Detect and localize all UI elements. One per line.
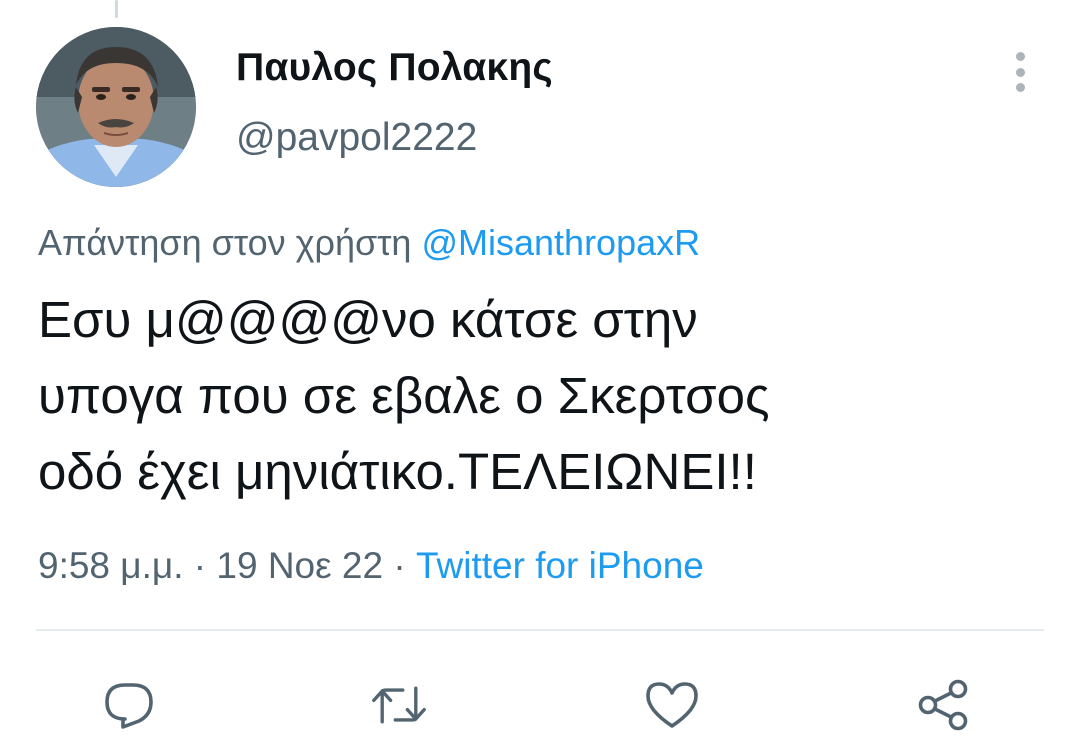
author-handle[interactable]: @pavpol2222 (236, 116, 477, 160)
like-button[interactable] (644, 680, 700, 730)
author-display-name[interactable]: Παυλος Πολακης (236, 46, 553, 90)
tweet-text-line: υπογα που σε εβαλε ο Σκερτσος (38, 367, 770, 424)
reply-context: Απάντηση στον χρήστη @MisanthropaxR (38, 222, 700, 264)
divider (36, 629, 1044, 631)
tweet-text-line: Εσυ μ@@@@νο κάτσε στην (38, 291, 698, 348)
share-icon (918, 679, 968, 731)
reply-mention-link[interactable]: @MisanthropaxR (421, 222, 700, 263)
reply-prefix: Απάντηση στον χρήστη (38, 222, 412, 263)
tweet-source-link[interactable]: Twitter for iPhone (416, 545, 704, 586)
tweet-date[interactable]: 19 Νοε 22 (216, 545, 383, 586)
reply-button[interactable] (101, 680, 157, 730)
tweet-time[interactable]: 9:58 μ.μ. (38, 545, 184, 586)
avatar-image (36, 27, 196, 187)
more-dot (1015, 83, 1025, 92)
share-button[interactable] (916, 679, 972, 731)
reply-icon (105, 683, 153, 729)
tweet-detail: Παυλος Πολακης @pavpol2222 Απάντηση στον… (0, 0, 1080, 751)
tweet-text-line: οδό έχει μηνιάτικο.ΤΕΛΕΙΩΝΕΙ!! (38, 443, 757, 500)
tweet-text: Εσυ μ@@@@νο κάτσε στην υπογα που σε εβαλ… (38, 282, 1048, 510)
like-icon (646, 682, 698, 728)
thread-connector-line (115, 0, 118, 18)
more-dot (1015, 67, 1025, 77)
retweet-button[interactable] (371, 680, 427, 730)
tweet-meta: 9:58 μ.μ. · 19 Νοε 22 · Twitter for iPho… (38, 545, 704, 587)
meta-separator: · (393, 545, 406, 586)
retweet-icon (372, 686, 426, 724)
meta-separator: · (193, 545, 207, 586)
more-dot (1015, 52, 1025, 61)
more-options-icon[interactable] (1003, 50, 1037, 94)
avatar[interactable] (36, 27, 196, 187)
